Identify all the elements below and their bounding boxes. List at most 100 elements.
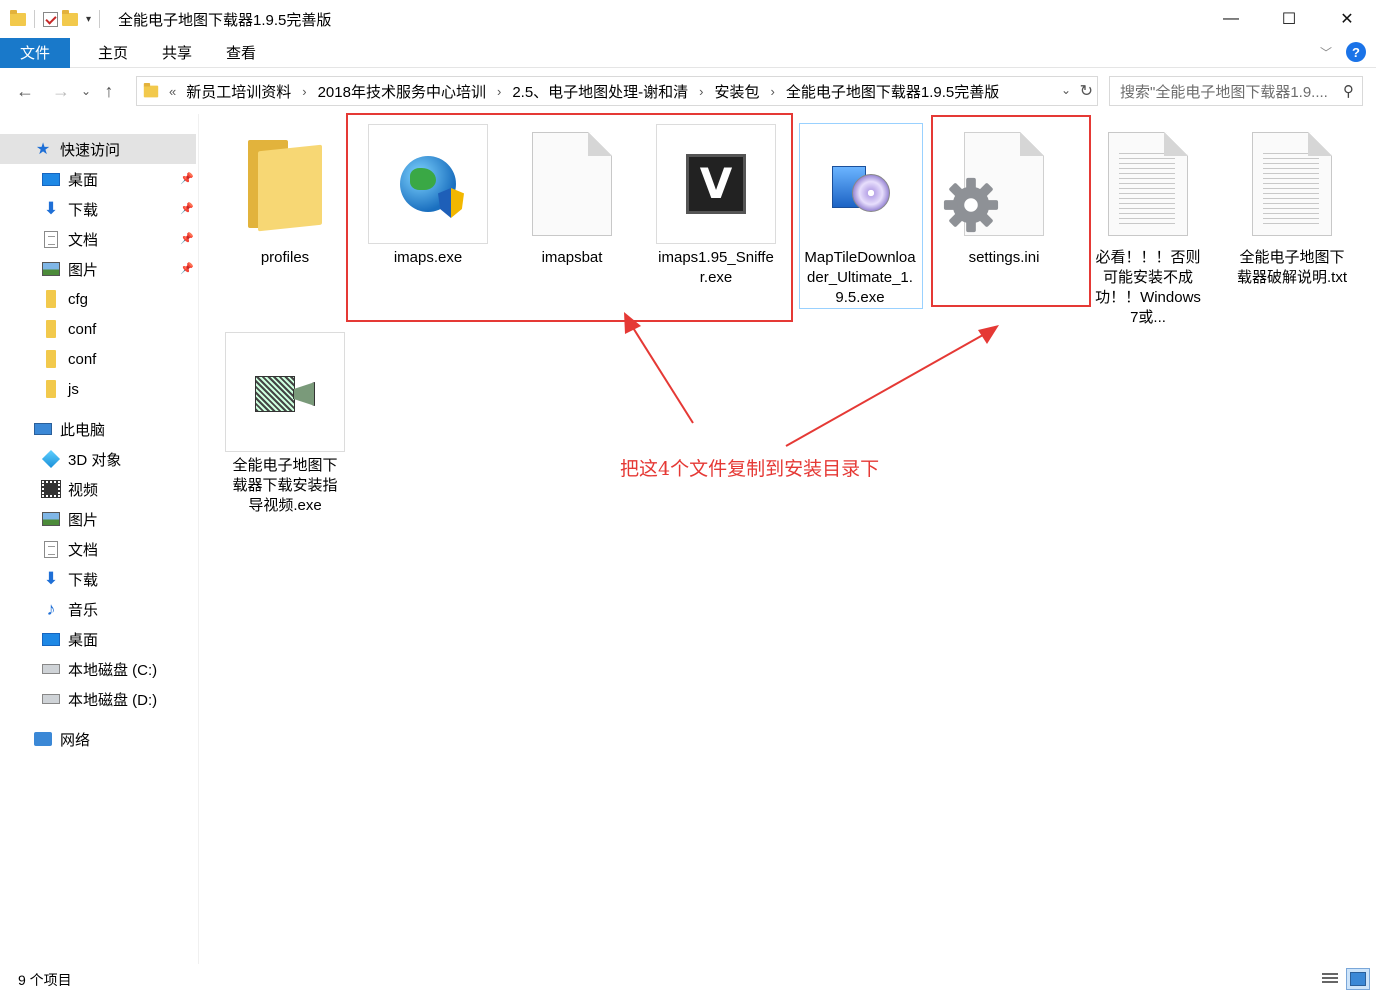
search-placeholder: 搜索"全能电子地图下载器1.9.... — [1120, 83, 1328, 101]
thumbnail — [1232, 124, 1352, 244]
camera-icon — [253, 368, 317, 416]
ribbon-right-controls: ﹀ ? — [1320, 42, 1366, 62]
breadcrumb-item[interactable]: 新员工培训资料 — [186, 81, 291, 102]
sidebar-item-videos[interactable]: 视频 — [0, 474, 98, 504]
recent-locations-chevron-icon[interactable]: ⌄ — [78, 84, 94, 98]
breadcrumb-item[interactable]: 2018年技术服务中心培训 — [318, 81, 486, 102]
sidebar-item-label: 桌面 — [68, 171, 99, 189]
folder-icon — [46, 350, 56, 368]
new-folder-icon[interactable] — [62, 9, 78, 26]
sidebar-item-label: 下载 — [68, 571, 99, 589]
arrow-line — [785, 330, 991, 447]
large-icons-view-button[interactable] — [1346, 968, 1370, 990]
arrowhead-icon — [978, 325, 999, 344]
sidebar-item-pictures[interactable]: 图片 — [0, 504, 98, 534]
details-view-icon — [1322, 973, 1338, 985]
breadcrumb-chevron-icon[interactable]: › — [699, 84, 703, 99]
sidebar-item-drive-d[interactable]: 本地磁盘 (D:) — [0, 684, 157, 714]
customize-toolbar-chevron-icon[interactable]: ▾ — [86, 14, 91, 25]
breadcrumb-item[interactable]: 安装包 — [715, 81, 760, 102]
quick-access-toolbar: ▾ — [10, 9, 104, 28]
sidebar-item-label: 3D 对象 — [68, 451, 122, 469]
window-title: 全能电子地图下载器1.9.5完善版 — [118, 11, 332, 29]
file-item-profiles[interactable]: profiles — [225, 124, 345, 268]
folder-icon — [10, 9, 26, 26]
details-view-button[interactable] — [1318, 968, 1342, 990]
breadcrumb-item[interactable]: 2.5、电子地图处理-谢和清 — [512, 81, 688, 102]
folder-icon — [46, 320, 56, 338]
breadcrumb-chevron-icon[interactable]: › — [497, 84, 501, 99]
refresh-icon[interactable]: ↻ — [1080, 81, 1093, 101]
minimize-button[interactable]: — — [1202, 0, 1260, 38]
tab-file[interactable]: 文件 — [0, 37, 70, 68]
forward-arrow-icon[interactable]: → — [48, 81, 74, 102]
sidebar-item-3d-objects[interactable]: 3D 对象 — [0, 444, 121, 474]
expand-ribbon-chevron-icon[interactable]: ﹀ — [1320, 44, 1332, 61]
sidebar-item-label: 本地磁盘 (C:) — [68, 661, 158, 679]
search-input[interactable]: 搜索"全能电子地图下载器1.9.... ⚲ — [1109, 76, 1363, 106]
sidebar-item-conf[interactable]: conf — [0, 344, 96, 374]
sidebar-item-cfg[interactable]: cfg — [0, 284, 88, 314]
sidebar-item-label: 下载 — [68, 201, 99, 219]
document-icon — [44, 230, 58, 248]
sidebar-item-desktop[interactable]: 桌面 — [0, 164, 98, 194]
folder-icon — [46, 290, 56, 308]
breadcrumb-chevron-icon[interactable]: › — [771, 84, 775, 99]
network-icon — [34, 732, 52, 746]
breadcrumb-overflow[interactable]: « — [169, 84, 176, 99]
pin-icon[interactable]: 📌 — [180, 232, 194, 245]
sidebar-item-documents[interactable]: 文档 — [0, 534, 98, 564]
sidebar-item-music[interactable]: ♪ 音乐 — [0, 594, 99, 624]
address-dropdown-chevron-icon[interactable]: ⌄ — [1061, 83, 1071, 97]
pin-icon[interactable]: 📌 — [180, 172, 194, 185]
selection-frame — [799, 123, 923, 309]
sidebar-item-quick-access[interactable]: ★ 快速访问 — [0, 134, 196, 164]
ribbon-tabs: 文件 主页 共享 查看 ﹀ ? — [0, 37, 1376, 68]
properties-icon[interactable] — [43, 11, 58, 27]
file-item-crack-readme-txt[interactable]: 全能电子地图下载器破解说明.txt — [1232, 124, 1352, 288]
tab-home[interactable]: 主页 — [78, 38, 148, 68]
pane-divider[interactable] — [198, 114, 199, 964]
search-icon[interactable]: ⚲ — [1343, 82, 1354, 100]
file-name: 全能电子地图下载器破解说明.txt — [1236, 249, 1347, 286]
up-arrow-icon[interactable]: ↑ — [96, 81, 122, 102]
pin-icon[interactable]: 📌 — [180, 202, 194, 215]
sidebar-item-network[interactable]: 网络 — [0, 724, 90, 754]
view-switcher — [1318, 968, 1370, 990]
window-controls: — ☐ ✕ — [1202, 0, 1376, 38]
star-icon: ★ — [35, 141, 51, 158]
document-icon — [44, 540, 58, 558]
sidebar-item-downloads[interactable]: ⬇ 下载 — [0, 564, 98, 594]
sidebar-item-documents[interactable]: 文档 — [0, 224, 98, 254]
breadcrumb-chevron-icon[interactable]: › — [302, 84, 306, 99]
file-item-guide-video-exe[interactable]: 全能电子地图下载器下载安装指导视频.exe — [225, 332, 345, 516]
file-item-must-read[interactable]: 必看！！！否则可能安装不成功！！Windows 7或... — [1088, 124, 1208, 328]
sidebar-item-conf[interactable]: conf — [0, 314, 96, 344]
breadcrumb-item[interactable]: 全能电子地图下载器1.9.5完善版 — [786, 81, 999, 102]
close-button[interactable]: ✕ — [1318, 0, 1376, 38]
pictures-icon — [42, 512, 60, 526]
thumbnail — [1088, 124, 1208, 244]
tab-view[interactable]: 查看 — [206, 38, 276, 68]
sidebar-item-downloads[interactable]: ⬇ 下载 — [0, 194, 98, 224]
file-name: 全能电子地图下载器下载安装指导视频.exe — [232, 457, 338, 514]
help-icon[interactable]: ? — [1346, 42, 1366, 62]
sidebar-item-pictures[interactable]: 图片 — [0, 254, 98, 284]
item-count: 9 个项目 — [18, 972, 72, 988]
sidebar-item-this-pc[interactable]: 此电脑 — [0, 414, 105, 444]
file-item-maptiledownloader-exe[interactable]: MapTileDownloader_Ultimate_1.9.5.exe — [799, 123, 923, 309]
sidebar-item-label: conf — [68, 320, 97, 338]
navigation-bar: ← → ⌄ ↑ « 新员工培训资料 › 2018年技术服务中心培训 › 2.5、… — [0, 74, 1376, 108]
folder-icon — [143, 82, 159, 97]
sidebar-item-js[interactable]: js — [0, 374, 79, 404]
sidebar-item-drive-c[interactable]: 本地磁盘 (C:) — [0, 654, 157, 684]
navigation-pane: ★ 快速访问 桌面 📌 ⬇ 下载 📌 文档 📌 图片 📌 cfg conf co… — [0, 130, 198, 960]
folder-icon — [46, 380, 56, 398]
maximize-button[interactable]: ☐ — [1260, 0, 1318, 38]
arrow-line — [629, 322, 694, 424]
address-bar[interactable]: « 新员工培训资料 › 2018年技术服务中心培训 › 2.5、电子地图处理-谢… — [136, 76, 1098, 106]
tab-share[interactable]: 共享 — [148, 38, 206, 68]
sidebar-item-desktop[interactable]: 桌面 — [0, 624, 98, 654]
back-arrow-icon[interactable]: ← — [12, 81, 38, 102]
pin-icon[interactable]: 📌 — [180, 262, 194, 275]
